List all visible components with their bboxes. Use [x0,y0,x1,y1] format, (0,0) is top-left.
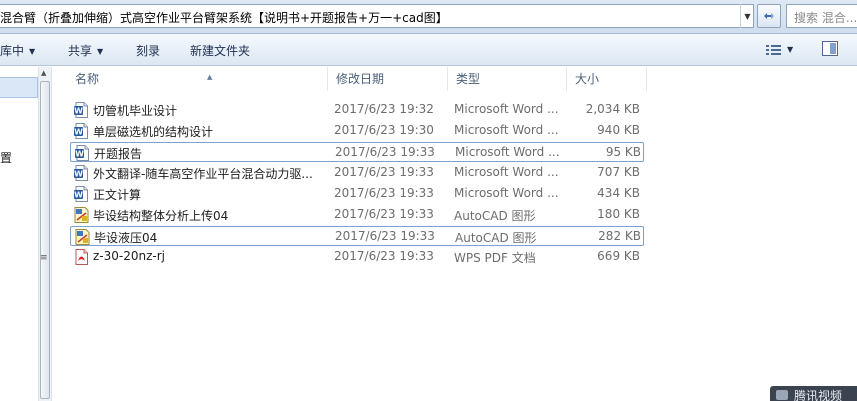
file-name: 开题报告 [94,147,143,161]
video-icon [776,390,788,400]
chevron-down-icon: ▼ [787,45,794,54]
file-row[interactable]: W 单层磁选机的结构设计 2017/6/23 19:30 Microsoft Word… [70,121,644,141]
refresh-icon [764,13,774,19]
file-size: 940 KB [597,123,640,137]
chevron-down-icon: ▼ [97,47,104,56]
svg-text:W: W [74,107,83,116]
chevron-down-icon: ▼ [29,47,36,56]
file-type: Microsoft Word ... [454,123,559,137]
nav-item-selected[interactable] [0,77,38,98]
file-date: 2017/6/23 19:33 [334,207,434,221]
word-doc-icon: W [74,165,89,181]
file-date: 2017/6/23 19:33 [334,249,434,263]
autocad-icon [74,207,89,223]
share-button[interactable]: 共享 ▼ [68,42,103,59]
file-size: 282 KB [598,229,641,243]
file-date: 2017/6/23 19:33 [334,165,434,179]
column-header-name[interactable]: 名称 ▲ [67,67,328,91]
file-row[interactable]: W 正文计算 2017/6/23 19:33 Microsoft Word ... 43… [70,184,644,204]
file-type: Microsoft Word ... [454,186,559,200]
column-header-type[interactable]: 类型 [448,67,567,91]
file-size: 180 KB [597,207,640,221]
file-type: Microsoft Word ... [454,102,559,116]
pdf-icon [74,249,89,265]
change-view-button[interactable]: ▼ [766,42,793,56]
file-date: 2017/6/23 19:32 [334,102,434,116]
new-folder-button[interactable]: 新建文件夹 [190,42,250,59]
file-name: 毕设液压04 [94,231,158,245]
file-type: Microsoft Word ... [454,165,559,179]
file-name: 单层磁选机的结构设计 [93,125,214,139]
scrollbar-thumb[interactable] [40,81,50,399]
column-name-label: 名称 [75,72,100,86]
file-name: 外文翻译-随车高空作业平台混合动力驱... [93,167,313,181]
search-input[interactable]: 搜索 混合... [786,4,857,28]
chevron-down-icon: ▼ [744,11,751,21]
file-name: 毕设结构整体分析上传04 [93,209,229,223]
file-type: Microsoft Word ... [455,145,560,159]
refresh-button[interactable] [757,4,781,28]
scroll-up-arrow-icon[interactable]: ▲ [41,69,46,77]
file-size: 707 KB [597,165,640,179]
file-type: AutoCAD 图形 [455,231,537,245]
file-row[interactable]: W 切管机毕业设计 2017/6/23 19:32 Microsoft Word ..… [70,100,644,120]
burn-label: 刻录 [136,44,161,58]
file-name: 正文计算 [93,188,142,202]
file-row[interactable]: z-30-20nz-rj 2017/6/23 19:33 WPS PDF 文档 669… [70,247,644,267]
include-in-library-label: 库中 [0,44,25,58]
file-type: AutoCAD 图形 [454,209,536,223]
column-type-label: 类型 [456,72,481,86]
file-type: WPS PDF 文档 [454,251,536,265]
column-date-label: 修改日期 [336,72,385,86]
file-size: 2,034 KB [585,102,640,116]
notification-text: 腾讯视频 [794,389,843,401]
file-date: 2017/6/23 19:33 [335,229,435,243]
tencent-video-notification[interactable]: 腾讯视频 [770,386,857,401]
view-list-icon [766,44,781,55]
file-row[interactable]: W 外文翻译-随车高空作业平台混合动力驱... 2017/6/23 19:33 Mic… [70,163,644,183]
file-name: 切管机毕业设计 [93,104,178,118]
column-header-date[interactable]: 修改日期 [328,67,448,91]
column-size-label: 大小 [575,72,600,86]
search-placeholder: 搜索 混合... [794,11,857,25]
file-size: 434 KB [597,186,640,200]
svg-text:W: W [74,191,83,200]
preview-pane-button[interactable] [822,41,838,56]
autocad-icon [75,229,90,245]
file-date: 2017/6/23 19:33 [334,186,434,200]
sort-ascending-icon: ▲ [207,73,213,81]
word-doc-icon: W [74,123,89,139]
svg-text:W: W [74,170,83,179]
address-history-dropdown[interactable]: ▼ [740,4,754,28]
file-row[interactable]: 毕设结构整体分析上传04 2017/6/23 19:33 AutoCAD 图形 180… [70,205,644,225]
svg-text:W: W [74,128,83,137]
file-date: 2017/6/23 19:33 [335,145,435,159]
navigation-scrollbar[interactable]: ▲ ≡ [38,67,52,401]
svg-text:W: W [75,150,84,159]
address-bar[interactable]: 混合臂（折叠加伸缩）式高空作业平台臂架系统【说明书+开题报告+万一+cad图】 [0,4,754,28]
include-in-library-button[interactable]: 库中 ▼ [0,42,35,59]
file-size: 669 KB [597,249,640,263]
file-row[interactable]: 毕设液压04 2017/6/23 19:33 AutoCAD 图形 282 KB [70,226,644,246]
nav-item-label[interactable]: 置 [0,149,12,166]
word-doc-icon: W [75,145,90,161]
new-folder-label: 新建文件夹 [190,44,251,58]
file-size: 95 KB [605,145,641,159]
address-bar-row: 混合臂（折叠加伸缩）式高空作业平台臂架系统【说明书+开题报告+万一+cad图】 … [0,0,857,34]
file-name: z-30-20nz-rj [93,249,165,263]
burn-button[interactable]: 刻录 [136,42,160,59]
file-row[interactable]: W 开题报告 2017/6/23 19:33 Microsoft Word ... 95… [70,142,644,162]
share-label: 共享 [68,44,93,58]
file-list: 名称 ▲ 修改日期 类型 大小 W 切管机毕业设计 2017/6/23 19:32 M… [53,67,857,401]
address-path[interactable]: 混合臂（折叠加伸缩）式高空作业平台臂架系统【说明书+开题报告+万一+cad图】 [0,9,448,26]
column-header-size[interactable]: 大小 [567,67,647,91]
word-doc-icon: W [74,102,89,118]
column-headers: 名称 ▲ 修改日期 类型 大小 [53,67,648,91]
file-date: 2017/6/23 19:30 [334,123,434,137]
grip-icon: ≡ [40,253,47,263]
navigation-pane: 置 [0,67,38,401]
word-doc-icon: W [74,186,89,202]
command-bar: 库中 ▼ 共享 ▼ 刻录 新建文件夹 ▼ [0,34,857,66]
